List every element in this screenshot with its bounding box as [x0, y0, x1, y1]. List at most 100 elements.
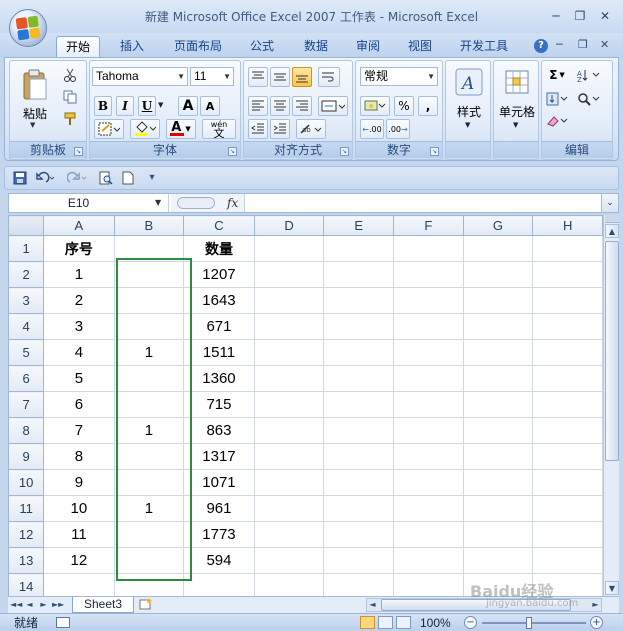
cell-g6[interactable] — [462, 365, 534, 392]
cell-f8[interactable] — [393, 417, 464, 444]
cell-d5[interactable] — [253, 339, 325, 366]
macro-record-icon[interactable] — [56, 617, 70, 628]
vertical-scrollbar[interactable]: ▲ ▼ — [603, 215, 619, 596]
cell-h10[interactable] — [532, 469, 603, 496]
currency-icon[interactable] — [360, 96, 390, 116]
cell-e3[interactable] — [323, 287, 395, 314]
fill-icon[interactable] — [544, 89, 570, 109]
copy-icon[interactable] — [60, 87, 80, 107]
cell-e13[interactable] — [323, 547, 395, 574]
page-layout-view-icon[interactable] — [378, 616, 393, 629]
cell-a11[interactable]: 10 — [43, 495, 115, 522]
cell-b10[interactable] — [113, 469, 185, 496]
bold-button[interactable]: B — [94, 96, 112, 116]
cell-g2[interactable] — [462, 261, 534, 288]
cell-b5[interactable]: 1 — [113, 339, 185, 366]
styles-label[interactable]: 样式 — [448, 103, 490, 120]
cell-f2[interactable] — [393, 261, 464, 288]
number-launcher-icon[interactable]: ↘ — [430, 147, 439, 156]
cell-b11[interactable]: 1 — [113, 495, 185, 522]
cell-d1[interactable] — [253, 235, 325, 262]
customize-qat-icon[interactable]: ▾ — [145, 171, 159, 185]
cell-c7[interactable]: 715 — [183, 391, 255, 418]
insert-function-icon[interactable]: fx — [227, 194, 238, 212]
office-button[interactable] — [9, 9, 47, 47]
cell-e7[interactable] — [323, 391, 395, 418]
row-header[interactable]: 9 — [8, 443, 45, 470]
cell-a8[interactable]: 7 — [43, 417, 115, 444]
cell-d7[interactable] — [253, 391, 325, 418]
zoom-slider-thumb[interactable] — [526, 617, 532, 629]
row-header[interactable]: 13 — [8, 547, 45, 574]
cell-f5[interactable] — [393, 339, 464, 366]
cells-label[interactable]: 单元格 — [494, 103, 540, 120]
cell-a5[interactable]: 4 — [43, 339, 115, 366]
cell-a9[interactable]: 8 — [43, 443, 115, 470]
cell-f1[interactable] — [393, 235, 464, 262]
cell-h2[interactable] — [532, 261, 603, 288]
orientation-icon[interactable]: ab — [296, 119, 326, 139]
align-top-icon[interactable] — [248, 67, 268, 87]
align-left-icon[interactable] — [248, 96, 268, 116]
cell-d2[interactable] — [253, 261, 325, 288]
cell-b2[interactable] — [113, 261, 185, 288]
row-header[interactable]: 1 — [8, 235, 45, 262]
select-all-corner[interactable] — [8, 215, 45, 236]
paste-label[interactable]: 粘贴 — [18, 105, 52, 122]
row-header[interactable]: 14 — [8, 573, 45, 596]
cell-f3[interactable] — [393, 287, 464, 314]
italic-button[interactable]: I — [116, 96, 134, 116]
cell-a7[interactable]: 6 — [43, 391, 115, 418]
alignment-launcher-icon[interactable]: ↘ — [340, 147, 349, 156]
save-icon[interactable] — [13, 171, 27, 185]
font-size-select[interactable]: 11 ▼ — [190, 67, 234, 86]
cell-e8[interactable] — [323, 417, 395, 444]
cell-h8[interactable] — [532, 417, 603, 444]
close-button[interactable]: ✕ — [597, 10, 613, 23]
column-header-e[interactable]: E — [323, 215, 395, 236]
increase-indent-icon[interactable] — [270, 119, 290, 139]
ribbon-restore-button[interactable]: ❐ — [578, 38, 588, 51]
cell-d13[interactable] — [253, 547, 325, 574]
column-header-g[interactable]: G — [462, 215, 534, 236]
cell-g8[interactable] — [462, 417, 534, 444]
decrease-indent-icon[interactable] — [248, 119, 268, 139]
cell-c4[interactable]: 671 — [183, 313, 255, 340]
row-header[interactable]: 7 — [8, 391, 45, 418]
cell-b6[interactable] — [113, 365, 185, 392]
cell-g10[interactable] — [462, 469, 534, 496]
zoom-slider-track[interactable] — [482, 622, 586, 624]
cell-c10[interactable]: 1071 — [183, 469, 255, 496]
sort-filter-icon[interactable]: AZ — [574, 65, 604, 85]
tab-formulas[interactable]: 公式 — [240, 36, 284, 57]
borders-button[interactable] — [94, 119, 124, 139]
autosum-button[interactable]: Σ ▼ — [544, 65, 570, 85]
wrap-text-icon[interactable] — [318, 67, 340, 87]
cell-e14[interactable] — [323, 573, 395, 596]
next-sheet-icon[interactable]: ► — [38, 599, 49, 611]
worksheet-grid[interactable]: ABCDEFGH 1 序号 数量 2 1 1207 3 2 1643 4 3 671 5 4 1 1511 6 5… — [8, 215, 603, 596]
cell-f13[interactable] — [393, 547, 464, 574]
tab-data[interactable]: 数据 — [294, 36, 338, 57]
cell-f10[interactable] — [393, 469, 464, 496]
cell-b9[interactable] — [113, 443, 185, 470]
cell-f14[interactable] — [393, 573, 464, 596]
cell-b3[interactable] — [113, 287, 185, 314]
cell-g4[interactable] — [462, 313, 534, 340]
row-header[interactable]: 12 — [8, 521, 45, 548]
cell-c3[interactable]: 1643 — [183, 287, 255, 314]
cell-c8[interactable]: 863 — [183, 417, 255, 444]
font-name-select[interactable]: Tahoma ▼ — [92, 67, 188, 86]
chevron-down-icon[interactable]: ▼ — [155, 194, 161, 212]
row-header[interactable]: 11 — [8, 495, 45, 522]
cell-d14[interactable] — [253, 573, 325, 596]
cell-b1[interactable] — [113, 235, 185, 262]
cell-a3[interactable]: 2 — [43, 287, 115, 314]
tab-insert[interactable]: 插入 — [110, 36, 154, 57]
cell-a2[interactable]: 1 — [43, 261, 115, 288]
cell-a1[interactable]: 序号 — [43, 235, 115, 262]
cell-g12[interactable] — [462, 521, 534, 548]
clipboard-launcher-icon[interactable]: ↘ — [74, 147, 83, 156]
cell-b13[interactable] — [113, 547, 185, 574]
scroll-down-icon[interactable]: ▼ — [605, 581, 619, 595]
